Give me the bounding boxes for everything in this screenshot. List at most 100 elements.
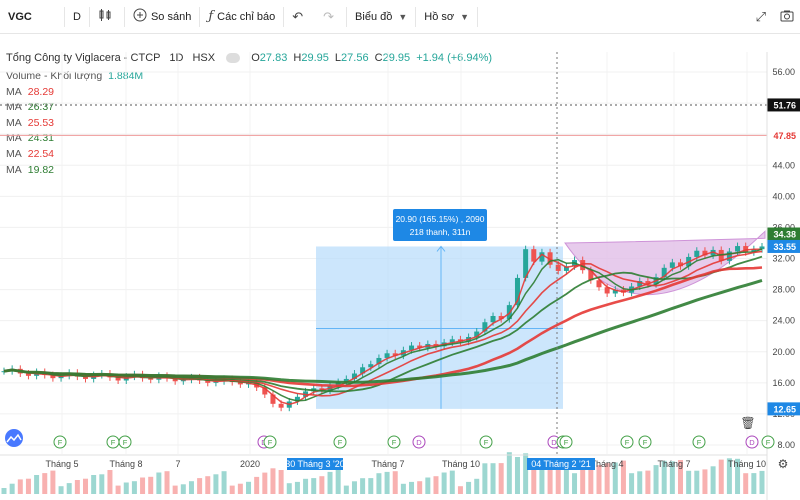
volume-bar xyxy=(694,470,700,494)
volume-bar xyxy=(9,483,15,494)
volume-bar xyxy=(343,485,349,494)
candle-body xyxy=(669,262,675,268)
undo-button[interactable]: ↶ xyxy=(284,0,315,34)
volume-bar xyxy=(580,467,586,494)
volume-bar xyxy=(254,476,260,494)
event-marker-label: F xyxy=(564,438,569,447)
volume-bar xyxy=(425,477,431,494)
volume-bar xyxy=(400,483,406,494)
price-label-text: 47.85 xyxy=(773,131,796,141)
volume-bar xyxy=(596,465,602,494)
x-tick-label: Tháng 10 xyxy=(728,459,766,469)
volume-bar xyxy=(278,470,284,494)
volume-bar xyxy=(17,479,23,494)
fullscreen-icon[interactable]: ⤢ xyxy=(756,9,766,25)
candle-body xyxy=(531,249,537,262)
volume-bar xyxy=(653,465,659,494)
x-tick-label: 7 xyxy=(175,459,180,469)
measure-label-line2: 218 thanh, 311n xyxy=(410,227,471,237)
y-tick-label: 20.00 xyxy=(772,347,795,357)
event-marker-label: F xyxy=(123,438,128,447)
chart-type-dropdown[interactable]: Biểu đồ ▼ xyxy=(347,0,415,34)
volume-bar xyxy=(645,470,651,494)
volume-bar xyxy=(99,474,105,494)
indicators-button[interactable]: ƒ Các chỉ báo xyxy=(200,0,283,34)
volume-bar xyxy=(25,478,31,494)
volume-bar xyxy=(686,470,692,494)
y-tick-label: 8.00 xyxy=(777,440,795,450)
volume-bar xyxy=(629,473,635,494)
volume-bar xyxy=(246,481,252,494)
candle-body xyxy=(25,373,31,376)
volume-bar xyxy=(270,468,276,494)
x-tick-label: Tháng 10 xyxy=(442,459,480,469)
symbol-label: VGC xyxy=(8,10,32,23)
price-label-text: 12.65 xyxy=(773,404,796,414)
y-tick-label: 40.00 xyxy=(772,191,795,201)
price-chart[interactable]: 20.90 (165.15%) , 2090 218 thanh, 311n 56.… xyxy=(0,34,800,500)
event-marker-label: F xyxy=(625,438,630,447)
volume-bar xyxy=(74,480,80,494)
volume-bar xyxy=(376,473,382,494)
compare-button[interactable]: So sánh xyxy=(125,0,199,34)
volume-bar xyxy=(172,485,178,494)
interval-label: D xyxy=(73,10,81,23)
screenshot-icon[interactable] xyxy=(780,9,794,26)
candle-body xyxy=(490,316,496,323)
volume-bar xyxy=(115,485,121,494)
gear-icon[interactable]: ⚙ xyxy=(778,457,789,471)
volume-bar xyxy=(262,472,268,494)
volume-bar xyxy=(702,469,708,494)
function-icon: ƒ xyxy=(208,9,214,24)
plus-circle-icon xyxy=(133,8,147,25)
interval-selector[interactable]: D xyxy=(65,0,89,34)
volume-bar xyxy=(294,481,300,494)
redo-button[interactable]: ↷ xyxy=(315,0,346,34)
volume-bar xyxy=(506,452,512,494)
price-label-text: 34.38 xyxy=(773,230,796,240)
event-marker-label: D xyxy=(551,438,557,447)
volume-bar xyxy=(107,470,113,494)
volume-bar xyxy=(42,473,48,494)
volume-bar xyxy=(514,457,520,494)
x-tick-label: Tháng 7 xyxy=(657,459,690,469)
x-highlight-label: 30 Tháng 3 '20 xyxy=(285,459,345,469)
volume-bar xyxy=(490,463,496,494)
profile-label: Hồ sơ xyxy=(424,10,455,23)
volume-bar xyxy=(759,470,765,494)
trash-icon[interactable]: 🗑 xyxy=(740,416,755,430)
volume-bar xyxy=(164,471,170,494)
event-marker-label: F xyxy=(392,438,397,447)
candle-style-button[interactable] xyxy=(90,0,124,34)
arc-pattern xyxy=(564,230,766,296)
event-marker-label: F xyxy=(338,438,343,447)
volume-bar xyxy=(131,481,137,494)
volume-bar xyxy=(718,459,724,494)
volume-bar xyxy=(123,482,129,494)
volume-bar xyxy=(91,475,97,494)
y-tick-label: 44.00 xyxy=(772,160,795,170)
event-marker-label: D xyxy=(416,438,422,447)
volume-bar xyxy=(1,488,7,494)
volume-bar xyxy=(66,483,72,494)
volume-bar xyxy=(311,478,317,494)
y-tick-label: 16.00 xyxy=(772,378,795,388)
volume-bar xyxy=(197,478,203,494)
event-marker-label: D xyxy=(749,438,755,447)
chevron-down-icon: ▼ xyxy=(398,11,408,22)
volume-bar xyxy=(710,466,716,494)
candle-body xyxy=(555,264,561,271)
measure-label-line1: 20.90 (165.15%) , 2090 xyxy=(396,214,485,224)
event-marker-label: F xyxy=(111,438,116,447)
y-tick-label: 56.00 xyxy=(772,67,795,77)
x-tick-label: Tháng 4 xyxy=(590,459,623,469)
tradingview-logo-icon xyxy=(5,429,23,447)
event-marker-label: F xyxy=(268,438,273,447)
candle-body xyxy=(694,250,700,257)
volume-bar xyxy=(319,476,325,494)
event-marker-label: F xyxy=(643,438,648,447)
event-marker-label: F xyxy=(484,438,489,447)
profile-dropdown[interactable]: Hồ sơ ▼ xyxy=(416,0,477,34)
symbol-selector[interactable]: VGC xyxy=(0,0,64,34)
volume-bar xyxy=(237,483,243,494)
